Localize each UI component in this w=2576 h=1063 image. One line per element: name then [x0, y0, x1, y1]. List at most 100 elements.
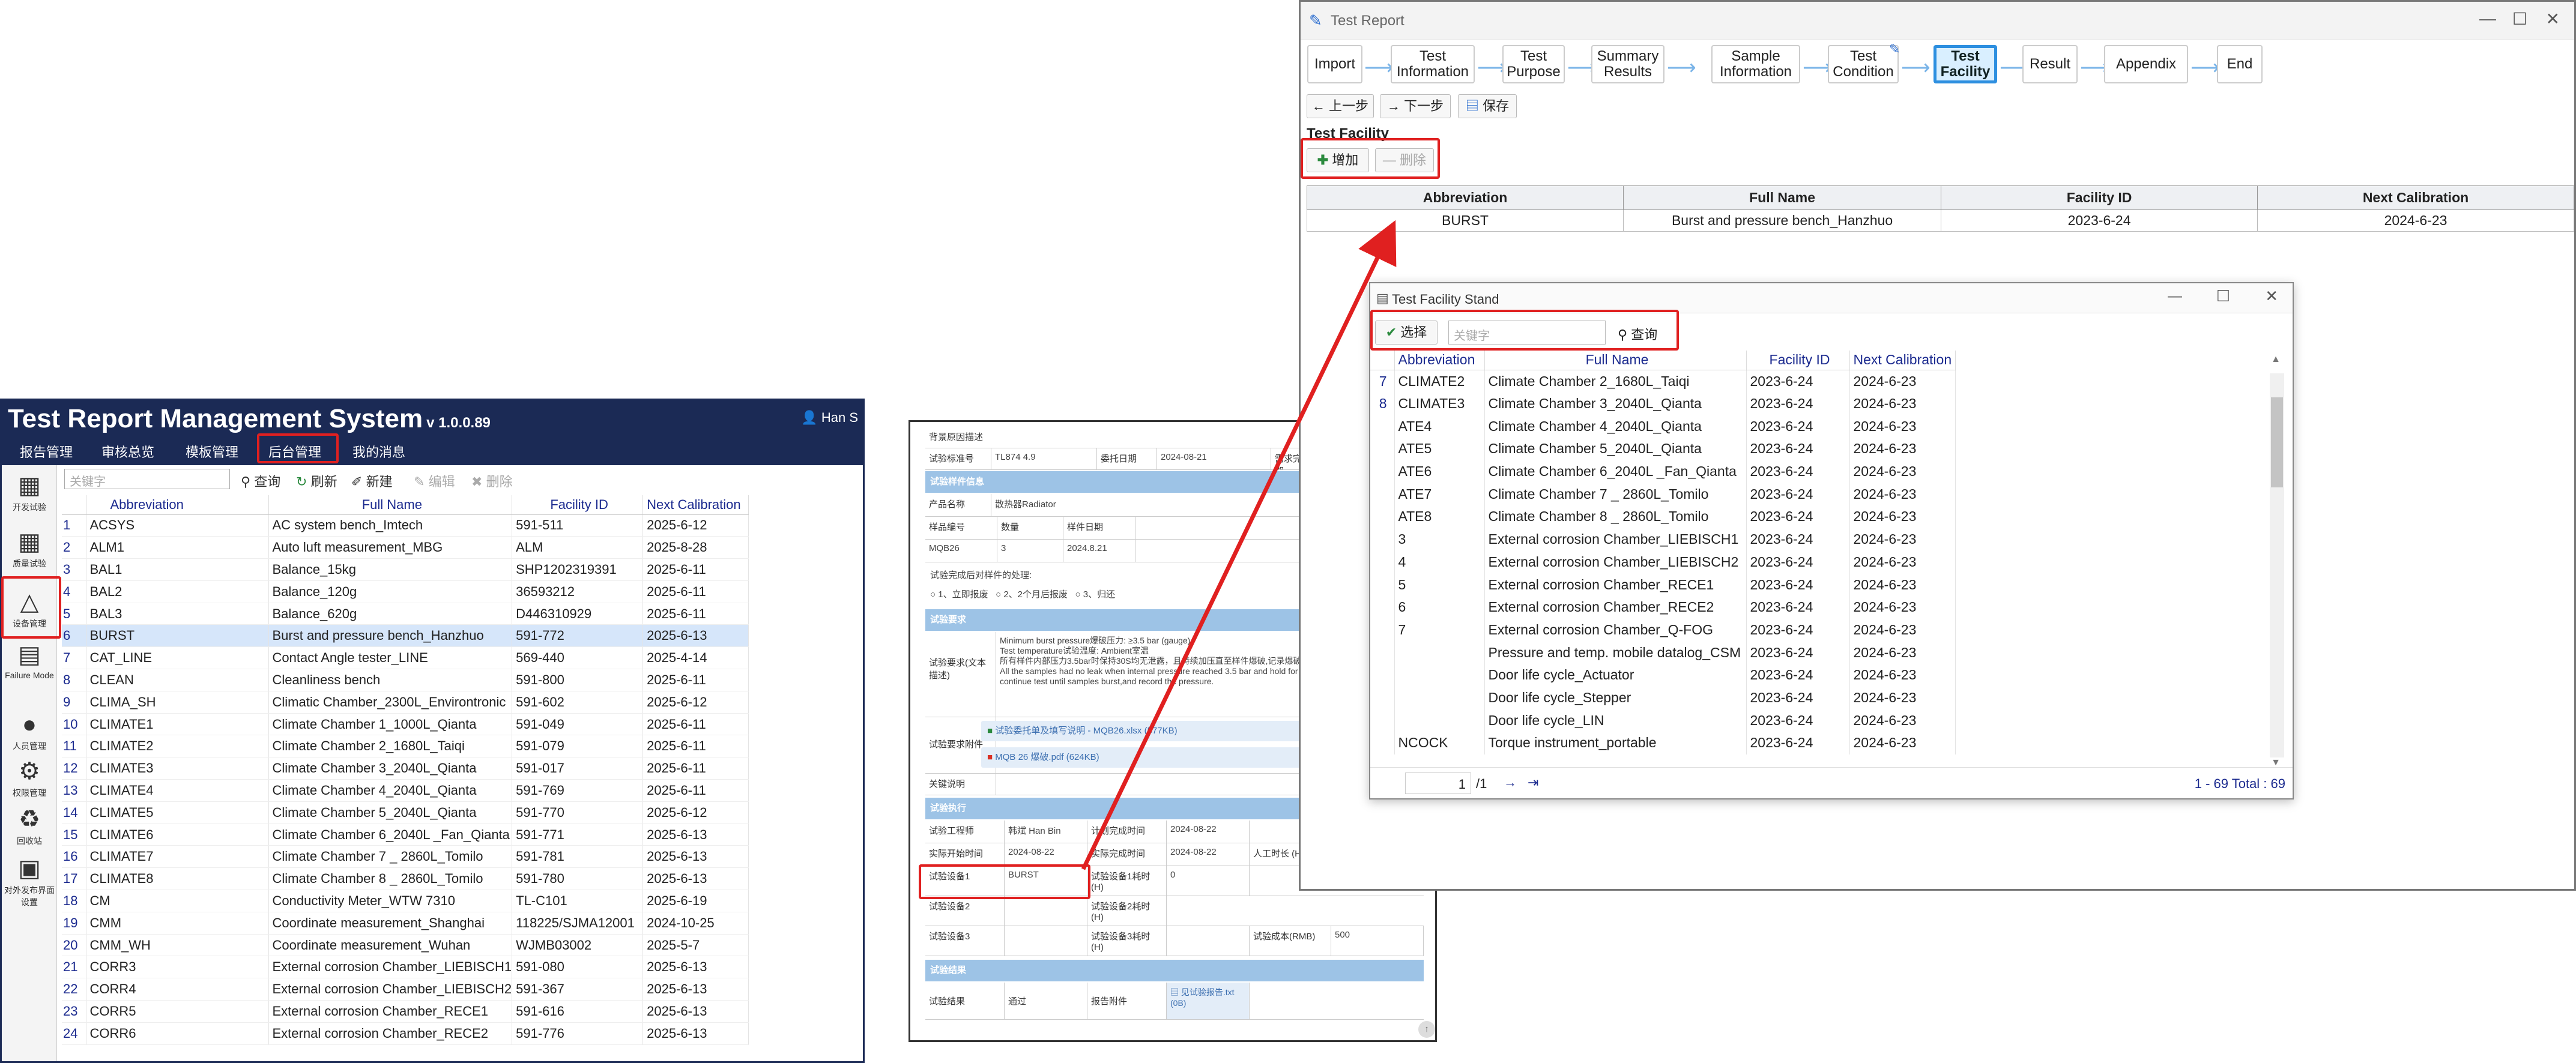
col-next-calibration[interactable]: Next Calibration: [2257, 185, 2574, 210]
table-row[interactable]: 5 BAL3 Balance_620g D446310929 2025-6-11: [62, 603, 749, 625]
step-test-facility[interactable]: Test Facility: [1934, 45, 1997, 83]
table-row[interactable]: ATE8 Climate Chamber 8 _ 2860L_Tomilo 2023…: [1370, 505, 1956, 528]
table-row[interactable]: 7 External corrosion Chamber_Q-FOG 2023-6-…: [1370, 618, 1956, 642]
menu-report-management[interactable]: 报告管理: [20, 442, 73, 463]
sidebar-item-publish-settings[interactable]: ▣ 对外发布界面设置: [2, 854, 57, 908]
minimize-icon[interactable]: —: [2479, 9, 2496, 28]
table-row[interactable]: 18 CM Conductivity Meter_WTW 7310 TL-C101 20…: [62, 890, 749, 912]
search-input[interactable]: 关键字: [64, 469, 230, 489]
sidebar-item-personnel-management[interactable]: ● 人员管理: [2, 710, 57, 752]
table-row[interactable]: 11 CLIMATE2 Climate Chamber 2_1680L_Taiqi 5…: [62, 735, 749, 758]
table-row[interactable]: 21 CORR3 External corrosion Chamber_LIEBIS…: [62, 956, 749, 979]
table-row[interactable]: Door life cycle_Actuator 2023-6-24 2024-6-…: [1370, 663, 1956, 687]
table-row[interactable]: Door life cycle_LIN 2023-6-24 2024-6-23: [1370, 709, 1956, 732]
table-row[interactable]: 22 CORR4 External corrosion Chamber_LIEBIS…: [62, 978, 749, 1001]
edit-button[interactable]: ✎ 编辑: [414, 471, 455, 490]
table-row[interactable]: Door life cycle_Stepper 2023-6-24 2024-6-2…: [1370, 686, 1956, 709]
step-sample-information[interactable]: Sample Information: [1711, 45, 1800, 83]
table-row[interactable]: 4 External corrosion Chamber_LIEBISCH2 202…: [1370, 550, 1956, 574]
next-step-button[interactable]: → 下一步: [1380, 94, 1451, 118]
add-facility-button[interactable]: ✚ 增加: [1307, 148, 1369, 172]
save-button[interactable]: ▤ 保存: [1458, 94, 1517, 118]
step-test-information[interactable]: Test Information: [1391, 45, 1475, 83]
menu-review-overview[interactable]: 审核总览: [101, 442, 154, 463]
scroll-up-icon[interactable]: ▲: [2271, 354, 2281, 365]
page-input[interactable]: 1: [1405, 772, 1471, 794]
maximize-icon[interactable]: ☐: [2216, 287, 2230, 306]
table-row[interactable]: 2 ALM1 Auto luft measurement_MBG ALM 2025-8-…: [62, 536, 749, 559]
sidebar-item-quality-test[interactable]: ▦ 质量试验: [2, 528, 57, 570]
table-row[interactable]: BURST Burst and pressure bench_Hanzhuo 2…: [1306, 209, 2574, 232]
step-import[interactable]: Import: [1307, 45, 1362, 83]
sidebar-item-development-test[interactable]: ▦ 开发试验: [2, 471, 57, 513]
handling-option-3[interactable]: ○ 3、归还: [1075, 589, 1116, 600]
table-row[interactable]: 19 CMM Coordinate measurement_Shanghai 1182…: [62, 912, 749, 935]
close-icon[interactable]: ✕: [2265, 287, 2278, 306]
table-row[interactable]: 16 CLIMATE7 Climate Chamber 7 _ 2860L_Tomi…: [62, 845, 749, 869]
table-row[interactable]: ATE4 Climate Chamber 4_2040L_Qianta 2023-6…: [1370, 415, 1956, 438]
table-row[interactable]: 3 BAL1 Balance_15kg SHP1202319391 2025-6-11: [62, 558, 749, 581]
table-row[interactable]: Pressure and temp. mobile datalog_CSM 202…: [1370, 641, 1956, 664]
table-row[interactable]: 10 CLIMATE1 Climate Chamber 1_1000L_Qianta…: [62, 713, 749, 736]
refresh-button[interactable]: ↻ 刷新: [296, 471, 337, 490]
table-row[interactable]: 14 CLIMATE5 Climate Chamber 5_2040L_Qianta…: [62, 801, 749, 824]
table-row[interactable]: 9 CLIMA_SH Climatic Chamber_2300L_Environt…: [62, 691, 749, 714]
step-summary-results[interactable]: Summary Results: [1591, 45, 1664, 83]
user-menu[interactable]: 👤 Han S: [801, 410, 858, 426]
table-row[interactable]: 6 External corrosion Chamber_RECE2 2023-6-…: [1370, 595, 1956, 619]
table-row[interactable]: ATE6 Climate Chamber 6_2040L _Fan_Qianta 2…: [1370, 460, 1956, 483]
table-row[interactable]: 23 CORR5 External corrosion Chamber_RECE1 5…: [62, 1000, 749, 1023]
table-row[interactable]: NCOCK Torque instrument_portable 2023-6-24…: [1370, 732, 1956, 754]
table-row[interactable]: 3 External corrosion Chamber_LIEBISCH1 202…: [1370, 528, 1956, 551]
sidebar-item-equipment-management[interactable]: △ 设备管理: [2, 588, 57, 630]
table-row[interactable]: 20 CMM_WH Coordinate measurement_Wuhan WJMB…: [62, 934, 749, 957]
menu-backend-management[interactable]: 后台管理: [268, 442, 321, 463]
handling-option-2[interactable]: ○ 2、2个月后报废: [996, 589, 1068, 600]
table-row[interactable]: 17 CLIMATE8 Climate Chamber 8 _ 2860L_Tomi…: [62, 867, 749, 891]
table-row[interactable]: 24 CORR6 External corrosion Chamber_RECE2 5…: [62, 1022, 749, 1045]
col-abbreviation[interactable]: Abbreviation: [1306, 185, 1624, 210]
table-row[interactable]: 8 CLIMATE3 Climate Chamber 3_2040L_Qianta 2…: [1370, 392, 1956, 415]
scroll-top-icon[interactable]: ↑: [1418, 1021, 1435, 1038]
col-facility-id[interactable]: Facility ID: [1746, 351, 1850, 370]
table-row[interactable]: 1 ACSYS AC system bench_Imtech 591-511 2025-…: [62, 514, 749, 537]
delete-button[interactable]: ✖ 删除: [471, 471, 513, 490]
col-next-calibration[interactable]: Next Calibration: [642, 495, 749, 515]
vertical-scrollbar[interactable]: [2270, 373, 2284, 757]
report-attachment-link[interactable]: ▤ 见试验报告.txt (0B): [1167, 983, 1250, 1019]
previous-step-button[interactable]: ← 上一步: [1307, 94, 1374, 118]
menu-my-messages[interactable]: 我的消息: [352, 442, 405, 463]
handling-option-1[interactable]: ○ 1、立即报废: [930, 589, 988, 600]
table-row[interactable]: 13 CLIMATE4 Climate Chamber 4_2040L_Qianta…: [62, 779, 749, 802]
keyword-input[interactable]: 关键字: [1448, 321, 1606, 345]
step-test-purpose[interactable]: Test Purpose: [1502, 45, 1565, 83]
sidebar-item-failure-mode[interactable]: ▤ Failure Mode: [2, 640, 57, 680]
col-full-name[interactable]: Full Name: [1484, 351, 1747, 370]
table-row[interactable]: 5 External corrosion Chamber_RECE1 2023-6-…: [1370, 573, 1956, 596]
step-appendix[interactable]: Appendix: [2104, 45, 2188, 83]
new-button[interactable]: ✐ 新建: [351, 471, 393, 490]
table-row[interactable]: ATE7 Climate Chamber 7 _ 2860L_Tomilo 2023…: [1370, 483, 1956, 506]
table-row[interactable]: 6 BURST Burst and pressure bench_Hanzhuo 59…: [62, 624, 749, 648]
col-abbreviation[interactable]: Abbreviation: [86, 495, 269, 515]
table-row[interactable]: 8 CLEAN Cleanliness bench 591-800 2025-6-11: [62, 669, 749, 691]
col-full-name[interactable]: Full Name: [268, 495, 513, 515]
sidebar-item-recycle-bin[interactable]: ♻ 回收站: [2, 805, 57, 847]
step-result[interactable]: Result: [2022, 45, 2078, 83]
col-abbreviation[interactable]: Abbreviation: [1394, 351, 1485, 370]
col-full-name[interactable]: Full Name: [1623, 185, 1942, 210]
close-icon[interactable]: ✕: [2546, 9, 2560, 29]
col-next-calibration[interactable]: Next Calibration: [1849, 351, 1956, 370]
sidebar-item-permission-management[interactable]: ⚙ 权限管理: [2, 757, 57, 799]
dialog-query-button[interactable]: ⚲ 查询: [1618, 324, 1657, 343]
table-row[interactable]: 7 CLIMATE2 Climate Chamber 2_1680L_Taiqi 20…: [1370, 370, 1956, 393]
step-test-condition[interactable]: Test Condition: [1828, 45, 1899, 83]
step-end[interactable]: End: [2217, 45, 2263, 83]
table-row[interactable]: 7 CAT_LINE Contact Angle tester_LINE 569-44…: [62, 646, 749, 670]
next-page-icon[interactable]: →: [1504, 775, 1517, 790]
maximize-icon[interactable]: ☐: [2512, 9, 2527, 29]
table-row[interactable]: 4 BAL2 Balance_120g 36593212 2025-6-11: [62, 580, 749, 603]
col-facility-id[interactable]: Facility ID: [512, 495, 644, 515]
col-facility-id[interactable]: Facility ID: [1941, 185, 2258, 210]
table-row[interactable]: 12 CLIMATE3 Climate Chamber 3_2040L_Qianta…: [62, 757, 749, 780]
